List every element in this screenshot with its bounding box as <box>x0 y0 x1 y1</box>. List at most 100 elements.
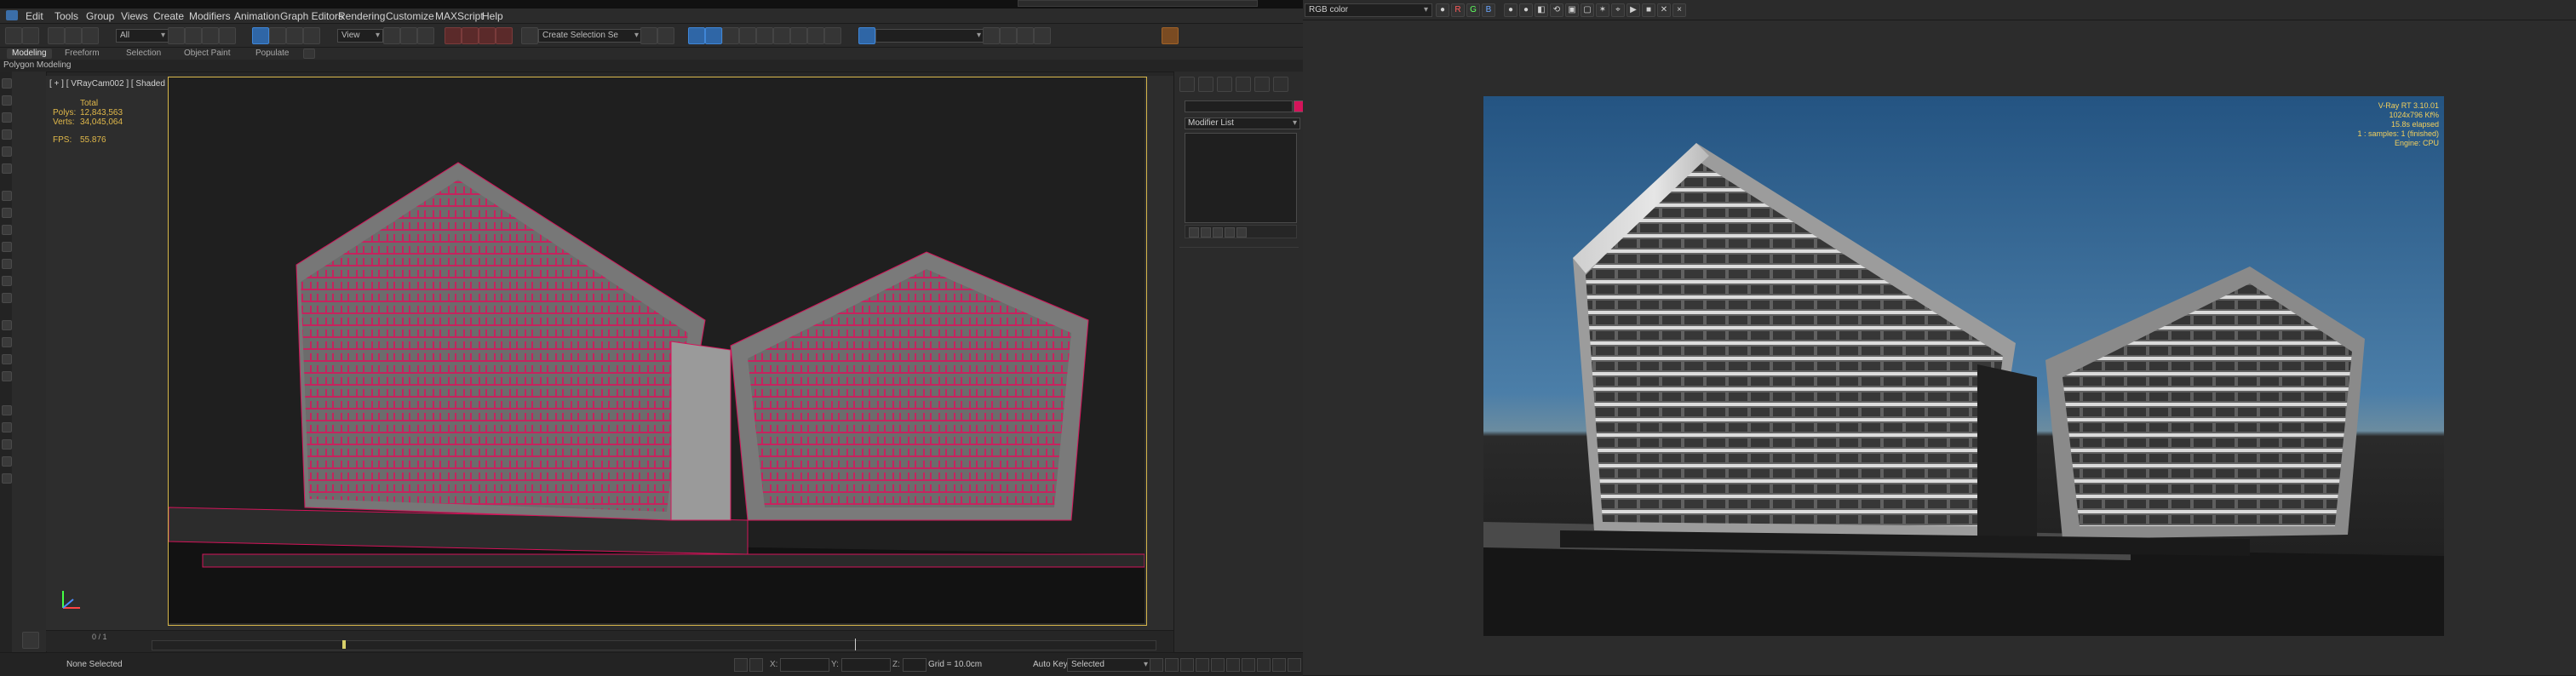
menu-rendering[interactable]: Rendering <box>338 10 385 22</box>
zoom-all-icon[interactable] <box>1034 27 1051 44</box>
utilities-icon[interactable] <box>2 163 12 174</box>
cmd-motion-tab-icon[interactable] <box>1236 77 1251 92</box>
vfb-green-channel[interactable]: G <box>1466 3 1480 17</box>
window-crossing-icon[interactable] <box>219 27 236 44</box>
go-to-end-icon[interactable] <box>1211 658 1225 672</box>
viewport-layout-icon[interactable] <box>22 632 39 649</box>
select-move-icon[interactable] <box>252 27 269 44</box>
menu-customize[interactable]: Customize <box>386 10 434 22</box>
menu-modifiers[interactable]: Modifiers <box>189 10 231 22</box>
menu-tools[interactable]: Tools <box>55 10 78 22</box>
rectangular-selection-icon[interactable] <box>202 27 219 44</box>
vfb-region-icon[interactable]: ▢ <box>1581 3 1594 17</box>
select-rotate-icon[interactable] <box>269 27 286 44</box>
vfb-close-icon[interactable]: × <box>1672 3 1686 17</box>
workspace-select[interactable] <box>875 29 984 43</box>
zoom-icon[interactable] <box>1017 27 1034 44</box>
curve-editor-icon[interactable] <box>739 27 756 44</box>
spinner-snap-icon[interactable] <box>496 27 513 44</box>
ribbon-options-icon[interactable] <box>303 49 315 59</box>
modify-icon[interactable] <box>2 95 12 106</box>
x-coordinate-field[interactable] <box>780 658 829 672</box>
add-icon[interactable] <box>1000 27 1017 44</box>
play-icon[interactable] <box>1180 658 1194 672</box>
scene-icon[interactable] <box>2 191 12 201</box>
configure-modifier-sets-icon[interactable] <box>1236 227 1247 238</box>
remove-modifier-icon[interactable] <box>1225 227 1235 238</box>
layers-icon[interactable] <box>2 208 12 218</box>
make-unique-icon[interactable] <box>1213 227 1223 238</box>
reference-coordinate-system[interactable]: View <box>337 29 383 43</box>
vfb-render-icon[interactable]: ▶ <box>1626 3 1640 17</box>
app-icon[interactable] <box>6 10 18 20</box>
display-icon[interactable] <box>2 146 12 157</box>
render-setup-icon[interactable] <box>790 27 807 44</box>
key-filter-select[interactable]: Selected <box>1067 658 1152 672</box>
material-icon[interactable] <box>2 337 12 347</box>
lights-icon[interactable] <box>2 225 12 235</box>
menu-views[interactable]: Views <box>121 10 148 22</box>
align-icon[interactable] <box>657 27 674 44</box>
menu-help[interactable]: Help <box>482 10 503 22</box>
redo-icon[interactable] <box>22 27 39 44</box>
vfb-channel-select[interactable]: RGB color <box>1305 3 1432 17</box>
menu-edit[interactable]: Edit <box>26 10 43 22</box>
modifier-list[interactable]: Modifier List <box>1185 117 1300 129</box>
motion-icon[interactable] <box>2 129 12 140</box>
bind-space-warp-icon[interactable] <box>82 27 99 44</box>
toolbar-option-icon[interactable] <box>983 27 1000 44</box>
ribbon-tab-object-paint[interactable]: Object Paint <box>184 49 230 59</box>
menu-animation[interactable]: Animation <box>234 10 279 22</box>
menu-graph-editors[interactable]: Graph Editors <box>280 10 343 22</box>
search-box[interactable] <box>1018 0 1258 7</box>
create-icon[interactable] <box>2 78 12 89</box>
material-editor-icon[interactable] <box>773 27 790 44</box>
render-production-icon[interactable] <box>824 27 841 44</box>
orbit-icon[interactable] <box>1272 658 1286 672</box>
select-scale-icon[interactable] <box>286 27 303 44</box>
link-icon[interactable] <box>48 27 65 44</box>
maximize-viewport-icon[interactable] <box>1288 658 1301 672</box>
vfb-color-picker-icon[interactable]: ◧ <box>1535 3 1548 17</box>
helpers-icon[interactable] <box>2 259 12 269</box>
select-object-icon[interactable] <box>168 27 185 44</box>
systems-icon[interactable] <box>2 293 12 303</box>
vfb-white-dot-icon[interactable]: ● <box>1504 3 1517 17</box>
z-coordinate-field[interactable] <box>903 658 927 672</box>
spacewarps-icon[interactable] <box>2 276 12 286</box>
cmd-display-tab-icon[interactable] <box>1254 77 1270 92</box>
vfb-render-canvas[interactable]: V-Ray RT 3.10.01 1024x796 Kf% 15.8s elap… <box>1483 96 2444 636</box>
cloud-render-icon[interactable] <box>1162 27 1179 44</box>
render-icon[interactable] <box>2 371 12 381</box>
modifier-stack[interactable] <box>1185 133 1297 223</box>
key-mode-icon[interactable] <box>1226 658 1240 672</box>
vfb-blue-channel[interactable]: B <box>1482 3 1495 17</box>
vray-icon[interactable] <box>2 320 12 330</box>
vfb-gray-dot-icon[interactable]: ● <box>1519 3 1533 17</box>
next-frame-icon[interactable] <box>1196 658 1209 672</box>
cmd-utilities-tab-icon[interactable] <box>1273 77 1288 92</box>
vray-toolbar-icon[interactable] <box>858 27 875 44</box>
rendered-frame-window-icon[interactable] <box>807 27 824 44</box>
vfb-stop-icon[interactable]: ■ <box>1642 3 1655 17</box>
menu-maxscript[interactable]: MAXScript <box>435 10 484 22</box>
gear-icon[interactable] <box>2 473 12 484</box>
show-end-result-icon[interactable] <box>1201 227 1211 238</box>
scene-explorer-icon[interactable] <box>688 27 705 44</box>
schematic-view-icon[interactable] <box>756 27 773 44</box>
hierarchy-icon[interactable] <box>2 112 12 123</box>
edit-named-selection-icon[interactable] <box>521 27 538 44</box>
percent-snap-icon[interactable] <box>479 27 496 44</box>
timeline-key-marker[interactable] <box>342 640 346 649</box>
autokey-label[interactable]: Auto Key <box>1033 660 1068 669</box>
ribbon-toggle-icon[interactable] <box>722 27 739 44</box>
previous-frame-icon[interactable] <box>1165 658 1179 672</box>
script-icon[interactable] <box>2 422 12 433</box>
ribbon-tab-selection[interactable]: Selection <box>126 49 161 59</box>
cmd-create-tab-icon[interactable] <box>1179 77 1195 92</box>
viewport[interactable]: [ + ] [ VRayCam002 ] [ Shaded + Edged Fa… <box>46 76 1173 630</box>
keyboard-shortcut-override-icon[interactable] <box>417 27 434 44</box>
cmd-modify-tab-icon[interactable] <box>1198 77 1213 92</box>
isolate-icon[interactable] <box>749 658 763 672</box>
menu-create[interactable]: Create <box>153 10 184 22</box>
